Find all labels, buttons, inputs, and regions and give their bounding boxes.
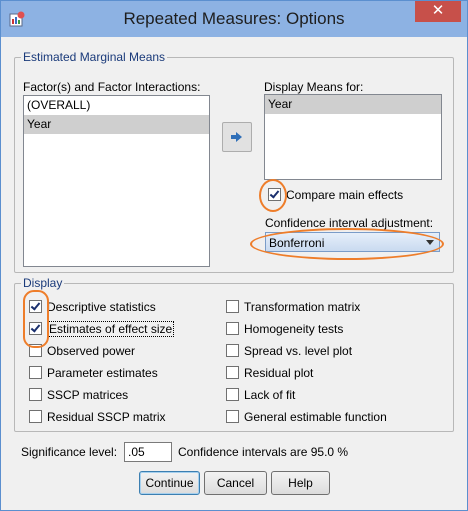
checkbox-label: Parameter estimates bbox=[47, 366, 158, 380]
checkbox-box[interactable] bbox=[29, 322, 42, 335]
checkbox-label: Residual plot bbox=[244, 366, 314, 380]
transformation-matrix-checkbox[interactable]: Transformation matrix bbox=[226, 298, 360, 316]
display-means-label: Display Means for: bbox=[264, 80, 364, 94]
factors-label: Factor(s) and Factor Interactions: bbox=[23, 80, 201, 94]
emm-group: Estimated Marginal Means Factor(s) and F… bbox=[14, 50, 454, 273]
checkbox-box[interactable] bbox=[29, 388, 42, 401]
checkbox-label: SSCP matrices bbox=[47, 388, 129, 402]
display-group-label: Display bbox=[21, 276, 65, 290]
significance-label: Significance level: bbox=[21, 445, 118, 459]
continue-button[interactable]: Continue bbox=[139, 471, 200, 495]
effect-size-checkbox[interactable]: Estimates of effect size bbox=[29, 320, 175, 338]
homogeneity-tests-checkbox[interactable]: Homogeneity tests bbox=[226, 320, 343, 338]
emm-group-label: Estimated Marginal Means bbox=[21, 50, 168, 64]
general-estimable-function-checkbox[interactable]: General estimable function bbox=[226, 408, 387, 426]
list-item[interactable]: (OVERALL) bbox=[24, 96, 209, 115]
residual-sscp-checkbox[interactable]: Residual SSCP matrix bbox=[29, 408, 166, 426]
chevron-down-icon bbox=[426, 240, 434, 245]
compare-main-effects-label: Compare main effects bbox=[286, 188, 404, 202]
checkbox-box[interactable] bbox=[226, 388, 239, 401]
observed-power-checkbox[interactable]: Observed power bbox=[29, 342, 135, 360]
arrow-right-icon bbox=[231, 132, 242, 142]
display-means-listbox[interactable]: Year bbox=[264, 94, 442, 180]
compare-main-effects-checkbox[interactable]: Compare main effects bbox=[268, 186, 403, 204]
spread-level-plot-checkbox[interactable]: Spread vs. level plot bbox=[226, 342, 352, 360]
list-item[interactable]: Year bbox=[265, 95, 441, 114]
move-right-button[interactable] bbox=[222, 122, 252, 152]
close-button[interactable]: ✕ bbox=[415, 1, 461, 22]
residual-plot-checkbox[interactable]: Residual plot bbox=[226, 364, 313, 382]
checkbox-box[interactable] bbox=[29, 300, 42, 313]
cancel-button[interactable]: Cancel bbox=[204, 471, 267, 495]
ci-adjustment-select[interactable]: Bonferroni bbox=[265, 232, 440, 252]
checkbox-box[interactable] bbox=[29, 366, 42, 379]
checkbox-box[interactable] bbox=[226, 366, 239, 379]
help-button[interactable]: Help bbox=[271, 471, 330, 495]
window-title: Repeated Measures: Options bbox=[123, 9, 345, 28]
options-dialog: Repeated Measures: Options ✕ Estimated M… bbox=[0, 0, 468, 511]
checkbox-label: Spread vs. level plot bbox=[244, 344, 353, 358]
checkbox-box[interactable] bbox=[226, 410, 239, 423]
display-group: Display Descriptive statistics Estimates… bbox=[14, 276, 454, 432]
ci-adjustment-label: Confidence interval adjustment: bbox=[265, 216, 434, 230]
title-bar[interactable]: Repeated Measures: Options ✕ bbox=[1, 1, 467, 37]
checkbox-label: Observed power bbox=[47, 344, 136, 358]
parameter-estimates-checkbox[interactable]: Parameter estimates bbox=[29, 364, 158, 382]
checkbox-box[interactable] bbox=[29, 410, 42, 423]
checkbox-box[interactable] bbox=[226, 322, 239, 335]
checkbox-label: Descriptive statistics bbox=[47, 300, 156, 314]
dialog-body: Estimated Marginal Means Factor(s) and F… bbox=[9, 38, 459, 504]
lack-of-fit-checkbox[interactable]: Lack of fit bbox=[226, 386, 295, 404]
checkbox-label: General estimable function bbox=[244, 410, 387, 424]
list-item[interactable]: Year bbox=[24, 115, 209, 134]
checkbox-box[interactable] bbox=[226, 300, 239, 313]
checkbox-label: Transformation matrix bbox=[244, 300, 361, 314]
significance-input[interactable]: .05 bbox=[124, 442, 172, 462]
ci-text: Confidence intervals are 95.0 % bbox=[178, 445, 349, 459]
checkbox-label: Lack of fit bbox=[244, 388, 296, 402]
sscp-matrices-checkbox[interactable]: SSCP matrices bbox=[29, 386, 128, 404]
ci-adjustment-value: Bonferroni bbox=[269, 236, 325, 250]
checkbox-box[interactable] bbox=[226, 344, 239, 357]
factors-listbox[interactable]: (OVERALL) Year bbox=[23, 95, 210, 267]
checkbox-label: Homogeneity tests bbox=[244, 322, 344, 336]
checkbox-label: Residual SSCP matrix bbox=[47, 410, 166, 424]
checkbox-box[interactable] bbox=[268, 188, 281, 201]
checkbox-label: Estimates of effect size bbox=[47, 321, 175, 337]
checkbox-box[interactable] bbox=[29, 344, 42, 357]
descriptive-statistics-checkbox[interactable]: Descriptive statistics bbox=[29, 298, 156, 316]
